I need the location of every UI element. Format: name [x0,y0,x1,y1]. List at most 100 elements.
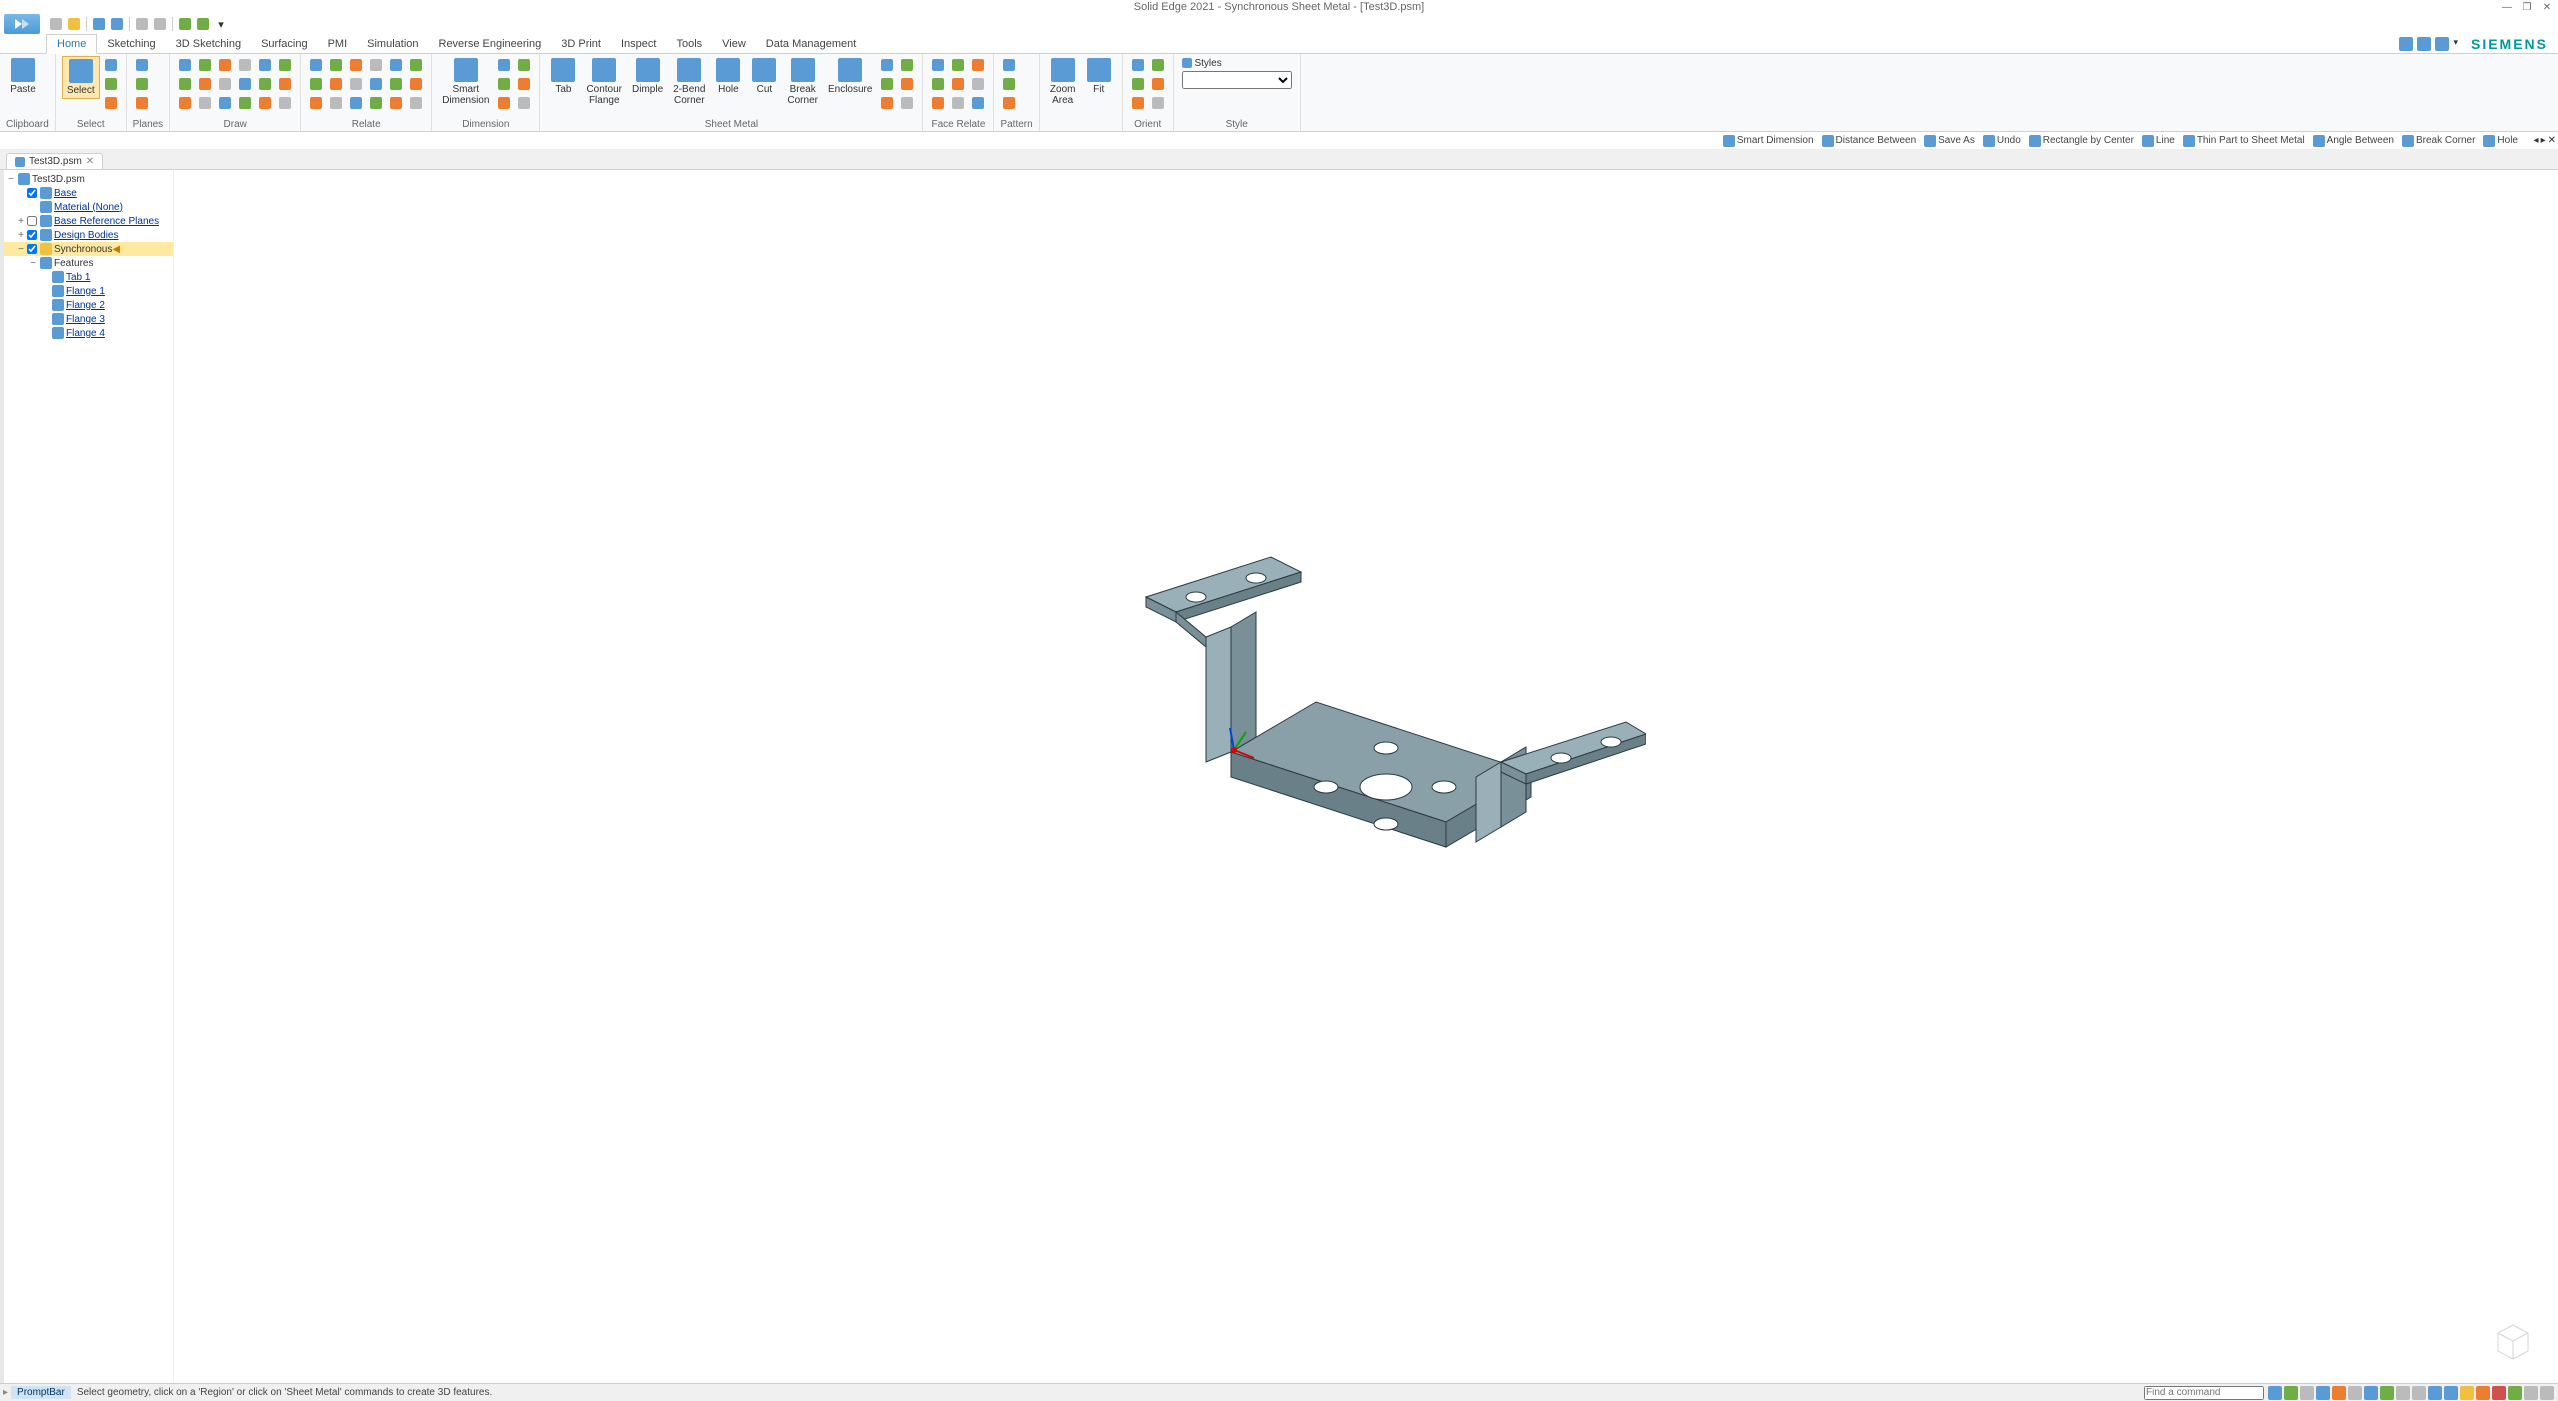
small-tool-button[interactable] [898,94,916,112]
expand-icon[interactable]: + [16,230,26,241]
small-tool-button[interactable] [236,56,254,74]
small-tool-button[interactable] [898,75,916,93]
small-tool-button[interactable] [347,94,365,112]
pathfinder-root[interactable]: − Test3D.psm [4,172,173,186]
cut-button[interactable]: Cut [747,56,781,97]
status-icon[interactable] [2300,1386,2314,1400]
small-tool-button[interactable] [256,75,274,93]
status-icon[interactable] [2332,1386,2346,1400]
small-tool-button[interactable] [1000,75,1018,93]
qat-more-icon[interactable]: ▾ [213,16,229,32]
small-tool-button[interactable] [949,75,967,93]
small-tool-button[interactable] [367,56,385,74]
small-tool-button[interactable] [929,94,947,112]
graphics-viewport[interactable] [174,170,2558,1383]
small-tool-button[interactable] [515,94,533,112]
small-tool-button[interactable] [102,94,120,112]
document-tab[interactable]: Test3D.psm ✕ [6,153,103,169]
pathfinder-tree[interactable]: − Test3D.psm BaseMaterial (None)+Base Re… [4,170,174,1383]
ribbon-tab-data-management[interactable]: Data Management [756,35,867,53]
status-icon[interactable] [2540,1386,2554,1400]
small-tool-button[interactable] [256,56,274,74]
status-icon[interactable] [2524,1386,2538,1400]
status-icon[interactable] [2444,1386,2458,1400]
sec-angle-between-button[interactable]: Angle Between [2313,135,2394,147]
small-tool-button[interactable] [1000,56,1018,74]
small-tool-button[interactable] [878,94,896,112]
qat-new-icon[interactable] [48,16,64,32]
view-cube[interactable] [2488,1313,2538,1363]
ribbon-tab-3d-print[interactable]: 3D Print [551,35,611,53]
status-icon[interactable] [2460,1386,2474,1400]
qat-cut-icon[interactable] [152,16,168,32]
sec-rectangle-by-center-button[interactable]: Rectangle by Center [2029,135,2134,147]
ribbon-tab-inspect[interactable]: Inspect [611,35,666,53]
sec-left-icon[interactable]: ◂ [2534,135,2539,146]
small-tool-button[interactable] [176,56,194,74]
contour-flange-button[interactable]: ContourFlange [582,56,626,108]
qat-saveall-icon[interactable] [109,16,125,32]
sec-hole-button[interactable]: Hole [2483,135,2518,147]
small-tool-button[interactable] [327,94,345,112]
ribbon-tab-surfacing[interactable]: Surfacing [251,35,317,53]
status-icon[interactable] [2396,1386,2410,1400]
small-tool-button[interactable] [196,56,214,74]
small-tool-button[interactable] [407,75,425,93]
small-tool-button[interactable] [898,56,916,74]
pathfinder-item[interactable]: Tab 1 [4,270,173,284]
status-icon[interactable] [2492,1386,2506,1400]
qat-save-icon[interactable] [91,16,107,32]
small-tool-button[interactable] [969,56,987,74]
small-tool-button[interactable] [949,56,967,74]
small-tool-button[interactable] [256,94,274,112]
ribbon-tab-3d-sketching[interactable]: 3D Sketching [166,35,251,53]
select-button[interactable]: Select [62,56,100,99]
small-tool-button[interactable] [1149,94,1167,112]
small-tool-button[interactable] [1149,75,1167,93]
small-tool-button[interactable] [969,94,987,112]
promptbar-expand-icon[interactable]: ▸ [0,1387,11,1398]
sec-distance-between-button[interactable]: Distance Between [1822,135,1917,147]
break-corner-button[interactable]: BreakCorner [783,56,822,108]
tab-button[interactable]: Tab [546,56,580,97]
small-tool-button[interactable] [276,75,294,93]
minimize-button[interactable]: — [2500,1,2514,13]
small-tool-button[interactable] [387,75,405,93]
small-tool-button[interactable] [1149,56,1167,74]
visibility-checkbox[interactable] [26,230,38,240]
dimple-button[interactable]: Dimple [628,56,667,97]
small-tool-button[interactable] [276,94,294,112]
sec-close-icon[interactable]: ✕ [2548,135,2556,146]
small-tool-button[interactable] [1129,75,1147,93]
document-tab-close-icon[interactable]: ✕ [86,156,94,167]
ribbon-tab-view[interactable]: View [712,35,756,53]
ribbon-opt2-icon[interactable] [2417,37,2431,51]
pathfinder-item[interactable]: Flange 2 [4,298,173,312]
qat-undo-icon[interactable] [177,16,193,32]
small-tool-button[interactable] [969,75,987,93]
status-icon[interactable] [2476,1386,2490,1400]
small-tool-button[interactable] [949,94,967,112]
small-tool-button[interactable] [307,94,325,112]
pathfinder-item[interactable]: Material (None) [4,200,173,214]
status-icon[interactable] [2364,1386,2378,1400]
small-tool-button[interactable] [307,56,325,74]
small-tool-button[interactable] [387,94,405,112]
application-button[interactable] [4,14,40,34]
ribbon-tab-home[interactable]: Home [46,34,97,54]
small-tool-button[interactable] [307,75,325,93]
sec-thin-part-to-sheet-metal-button[interactable]: Thin Part to Sheet Metal [2183,135,2305,147]
sec-break-corner-button[interactable]: Break Corner [2402,135,2475,147]
small-tool-button[interactable] [102,56,120,74]
status-icon[interactable] [2428,1386,2442,1400]
status-icon[interactable] [2268,1386,2282,1400]
expand-icon[interactable]: − [6,174,16,185]
ribbon-tab-simulation[interactable]: Simulation [357,35,428,53]
small-tool-button[interactable] [929,75,947,93]
small-tool-button[interactable] [1129,56,1147,74]
small-tool-button[interactable] [1000,94,1018,112]
ribbon-tab-pmi[interactable]: PMI [318,35,358,53]
status-icon[interactable] [2508,1386,2522,1400]
small-tool-button[interactable] [133,75,151,93]
visibility-checkbox[interactable] [26,216,38,226]
